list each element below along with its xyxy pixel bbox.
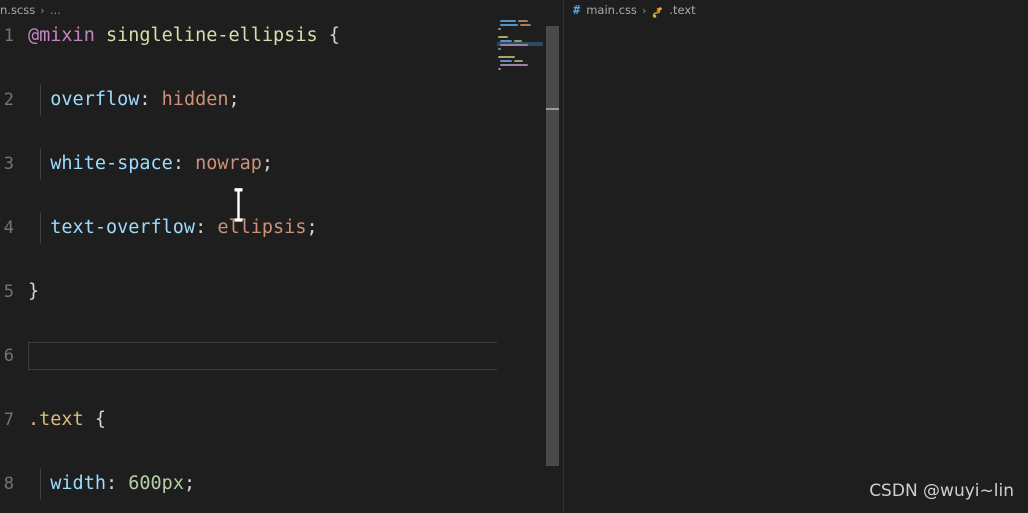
scrollbar-tickmark bbox=[546, 108, 559, 110]
code-line-content[interactable]: @mixin singleline-ellipsis { bbox=[28, 20, 340, 52]
code-line[interactable]: 1 @mixin singleline-ellipsis { bbox=[0, 20, 563, 52]
code-line[interactable]: 2 overflow: hidden; bbox=[0, 84, 563, 116]
breadcrumb-file-left[interactable]: n.scss bbox=[0, 3, 35, 17]
token-brace-close: } bbox=[28, 281, 40, 302]
minimap-line bbox=[498, 48, 501, 50]
code-line-current[interactable]: 6 bbox=[0, 340, 563, 372]
code-line-content[interactable]: width: 600px; bbox=[28, 468, 195, 500]
breadcrumb-separator-icon: › bbox=[641, 3, 647, 17]
code-line-selected[interactable]: 4 ··white-space:·nowrap; bbox=[563, 212, 1028, 244]
hash-icon: # bbox=[573, 3, 581, 17]
token-semicolon: ; bbox=[183, 473, 196, 494]
minimap-line bbox=[500, 40, 512, 42]
code-line[interactable]: 8 width: 600px; bbox=[0, 468, 563, 500]
code-line[interactable]: 6 } bbox=[563, 340, 1028, 372]
code-area-right[interactable]: 1 .text { 2 width: 600px; 3 overflow:·hi… bbox=[563, 20, 1028, 513]
vertical-scrollbar-left[interactable] bbox=[546, 26, 559, 466]
line-number: 1 bbox=[3, 26, 14, 46]
minimap-left[interactable] bbox=[497, 6, 543, 513]
line-number: 8 bbox=[3, 474, 14, 494]
minimap-line bbox=[498, 56, 515, 58]
code-line[interactable]: 7 bbox=[563, 404, 1028, 436]
token-value: nowrap bbox=[195, 153, 262, 174]
editor-window: n.scss › … 1 @mixin singleline-ellipsis … bbox=[0, 0, 1028, 513]
code-line[interactable]: 3 white-space: nowrap; bbox=[0, 148, 563, 180]
code-line[interactable]: 5 } bbox=[0, 276, 563, 308]
minimap-line bbox=[514, 40, 522, 42]
code-line-selected[interactable]: 3 overflow:·hidden; bbox=[563, 148, 1028, 180]
token-colon: : bbox=[139, 89, 151, 110]
token-property: overflow bbox=[50, 89, 140, 110]
token-brace-open: { bbox=[94, 409, 106, 430]
minimap-line bbox=[500, 64, 528, 66]
token-number: 600px bbox=[128, 473, 184, 494]
editor-pane-left[interactable]: n.scss › … 1 @mixin singleline-ellipsis … bbox=[0, 0, 563, 513]
minimap-line bbox=[500, 24, 518, 26]
minimap-line bbox=[498, 36, 508, 38]
breadcrumb-file-right[interactable]: main.css bbox=[586, 3, 637, 17]
code-line[interactable]: 4 text-overflow: ellipsis; bbox=[0, 212, 563, 244]
token-semicolon: ; bbox=[306, 217, 318, 238]
code-line[interactable]: 7 .text { bbox=[0, 404, 563, 436]
token-brace-open: { bbox=[328, 25, 340, 46]
minimap-line bbox=[500, 44, 528, 46]
token-semicolon: ; bbox=[228, 89, 240, 110]
token-colon: : bbox=[195, 217, 207, 238]
token-value: ellipsis bbox=[217, 217, 307, 238]
line-number: 3 bbox=[3, 154, 14, 174]
token-selector: .text bbox=[28, 409, 84, 430]
minimap-line bbox=[500, 60, 512, 62]
minimap-line bbox=[498, 28, 501, 30]
code-line-selected[interactable]: 5 ··text-overflow:·ellipsis; bbox=[563, 276, 1028, 308]
token-colon: : bbox=[105, 473, 118, 494]
breadcrumb-ellipsis[interactable]: … bbox=[50, 3, 63, 17]
token-property: text-overflow bbox=[50, 217, 196, 238]
minimap-line bbox=[498, 68, 501, 70]
token-semicolon: ; bbox=[261, 153, 274, 174]
line-number: 2 bbox=[3, 90, 14, 110]
pane-divider[interactable] bbox=[563, 0, 564, 513]
minimap-line bbox=[518, 20, 528, 22]
watermark-text: CSDN @wuyi~lin bbox=[869, 481, 1014, 501]
token-at-rule: @mixin bbox=[28, 25, 95, 46]
editor-pane-right[interactable]: # main.css › .text 1 .text { 2 bbox=[563, 0, 1028, 513]
token-colon: : bbox=[172, 153, 184, 174]
line-number: 7 bbox=[3, 410, 14, 430]
code-line[interactable]: 2 width: 600px; bbox=[563, 84, 1028, 116]
breadcrumb-right[interactable]: # main.css › .text bbox=[563, 0, 1028, 20]
code-line[interactable]: 1 .text { bbox=[563, 20, 1028, 52]
code-line-content[interactable]: } bbox=[28, 276, 39, 308]
breadcrumb-left[interactable]: n.scss › … bbox=[0, 0, 563, 20]
minimap-line bbox=[514, 60, 523, 62]
code-line-content[interactable]: text-overflow: ellipsis; bbox=[28, 212, 318, 244]
current-line-highlight bbox=[28, 342, 498, 370]
code-area-left[interactable]: 1 @mixin singleline-ellipsis { 2 overflo… bbox=[0, 20, 563, 513]
css-rule-icon bbox=[651, 6, 664, 19]
token-mixin-name: singleline-ellipsis bbox=[105, 25, 318, 46]
token-property: width bbox=[50, 473, 106, 494]
code-line-content[interactable]: overflow: hidden; bbox=[28, 84, 240, 116]
line-number: 5 bbox=[3, 282, 14, 302]
minimap-line bbox=[520, 24, 531, 26]
line-number: 6 bbox=[3, 346, 14, 366]
breadcrumb-symbol-right[interactable]: .text bbox=[669, 3, 695, 17]
minimap-line bbox=[500, 20, 516, 22]
token-property: white-space bbox=[50, 153, 173, 174]
code-line-content[interactable]: white-space: nowrap; bbox=[28, 148, 273, 180]
token-value: hidden bbox=[161, 89, 229, 110]
code-line-content[interactable]: .text { bbox=[28, 404, 106, 436]
line-number: 4 bbox=[3, 218, 14, 238]
breadcrumb-separator-icon: › bbox=[40, 3, 45, 17]
